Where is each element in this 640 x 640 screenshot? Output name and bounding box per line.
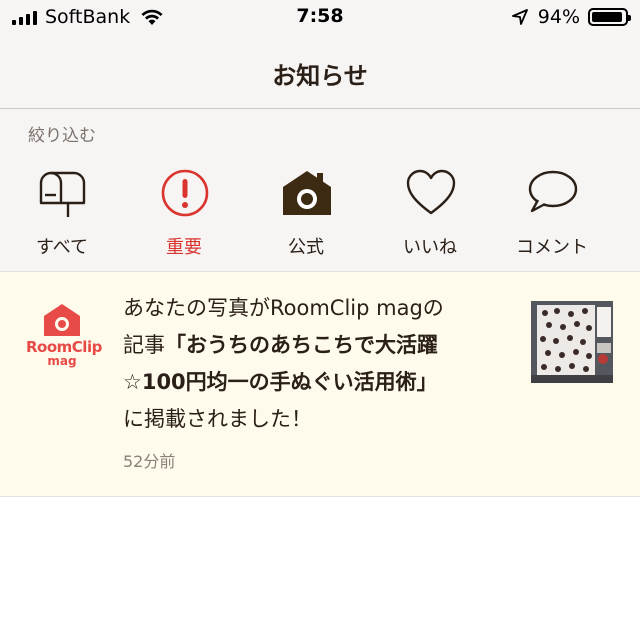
heart-icon xyxy=(406,169,456,215)
message-line-2: 記事「おうちのあちこちで大活躍 xyxy=(123,327,503,364)
message-line-1: あなたの写真がRoomClip magの xyxy=(123,296,444,320)
article-title-part-1: 「おうちのあちこちで大活躍 xyxy=(165,333,438,357)
speech-bubble-icon xyxy=(528,170,578,213)
filter-official-label: 公式 xyxy=(288,237,324,258)
filter-likes-label: いいね xyxy=(403,237,457,258)
battery-percent: 94% xyxy=(537,6,580,28)
filter-important[interactable]: 重要 xyxy=(124,169,244,259)
filter-comments-label: コメント xyxy=(516,237,588,258)
filter-section: 絞り込む すべて 重要 公式 いいね コメント xyxy=(0,109,640,272)
filter-comments[interactable]: コメント xyxy=(492,169,612,259)
notification-time: 52分前 xyxy=(123,452,176,471)
filter-official[interactable]: 公式 xyxy=(246,169,366,259)
logo-subtext: mag xyxy=(47,354,77,368)
location-arrow-icon xyxy=(511,9,528,25)
article-title-part-2: ☆100円均一の手ぬぐい活用術」 xyxy=(123,370,438,394)
message-line-4: に掲載されました！ xyxy=(123,407,312,431)
page-title: お知らせ xyxy=(272,62,368,90)
exclamation-circle-icon xyxy=(161,169,209,217)
photo-thumbnail[interactable] xyxy=(531,301,613,383)
filter-all[interactable]: すべて xyxy=(2,169,122,259)
message-prefix: 記事 xyxy=(123,333,165,357)
filter-likes[interactable]: いいね xyxy=(370,169,490,259)
filter-all-label: すべて xyxy=(35,237,89,258)
battery-level xyxy=(592,12,623,22)
notification-message: あなたの写真がRoomClip magの 記事「おうちのあちこちで大活躍 ☆10… xyxy=(123,290,503,438)
roomclip-mag-logo: RoomClip mag xyxy=(26,302,102,372)
house-camera-logo-icon xyxy=(44,304,80,336)
filter-important-label: 重要 xyxy=(166,237,202,258)
notification-item[interactable]: RoomClip mag あなたの写真がRoomClip magの 記事「おうち… xyxy=(0,272,640,497)
filter-label: 絞り込む xyxy=(28,126,96,146)
house-camera-icon xyxy=(283,171,331,215)
mailbox-icon xyxy=(39,171,86,217)
status-bar: SoftBank 7:58 94% xyxy=(0,0,640,36)
battery-icon xyxy=(588,8,631,26)
navigation-bar: お知らせ xyxy=(0,36,640,109)
